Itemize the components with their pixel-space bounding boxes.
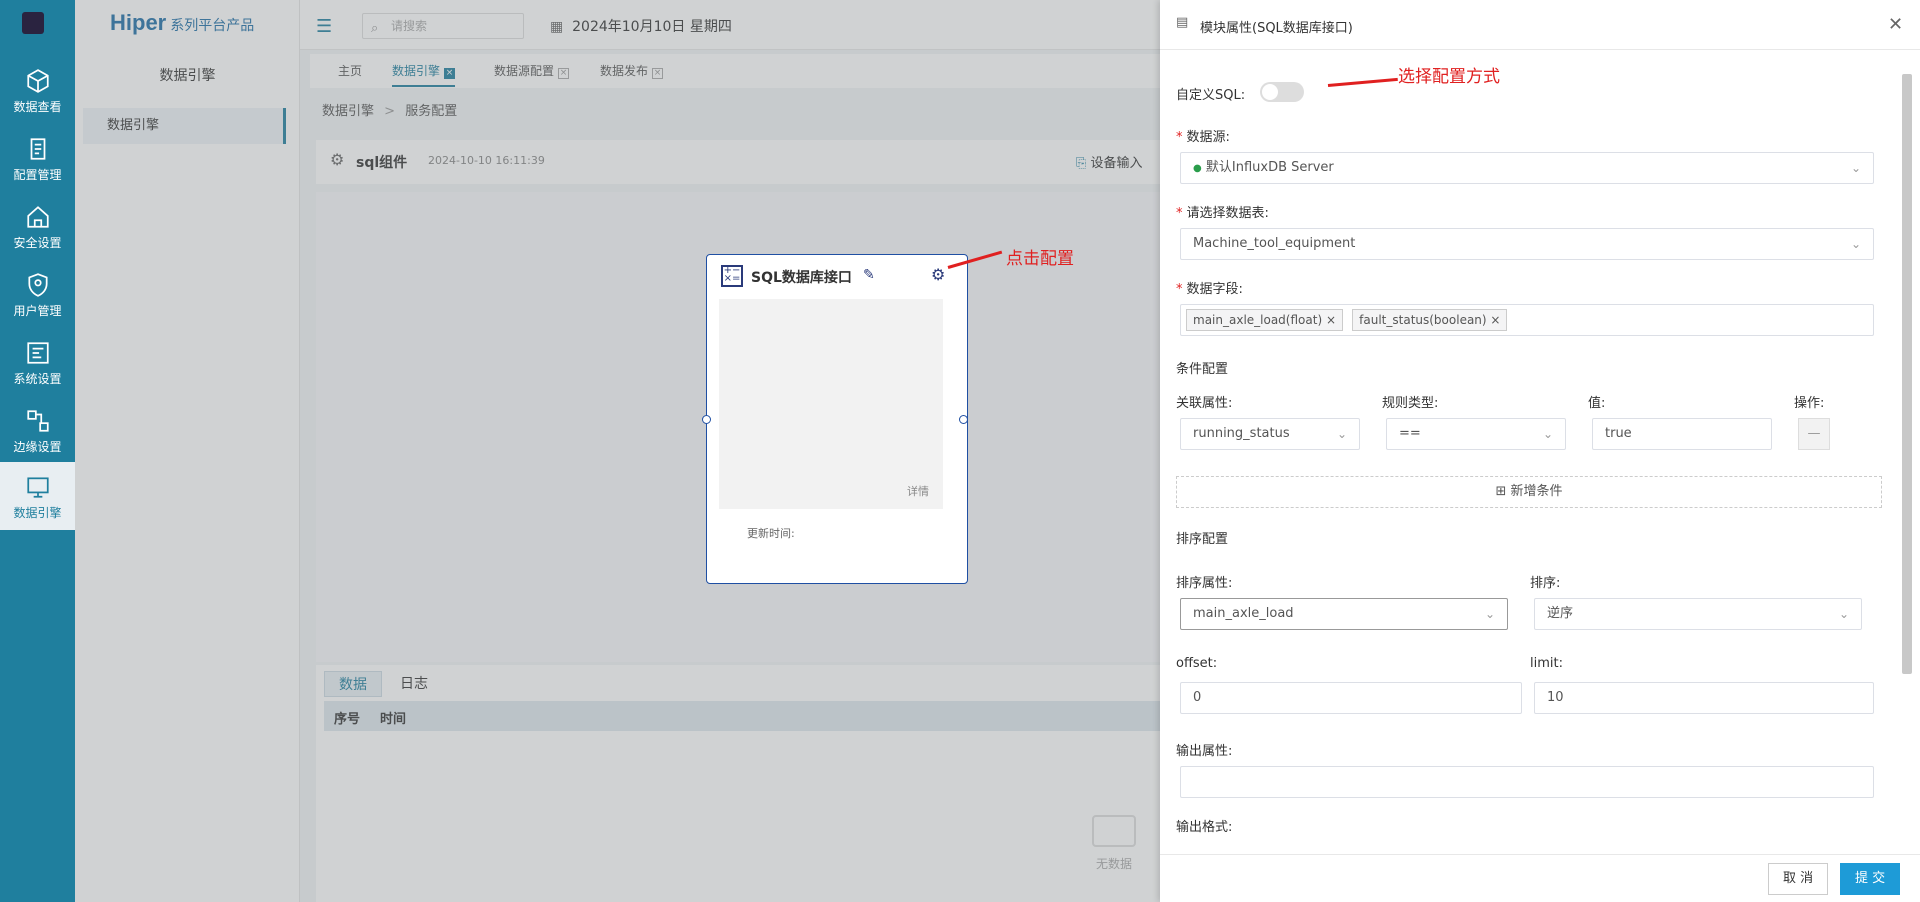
sort-attr-label: 排序属性: xyxy=(1176,576,1233,591)
app-logo xyxy=(22,12,44,34)
output-format-label: 输出格式: xyxy=(1176,820,1233,835)
cancel-button[interactable]: 取 消 xyxy=(1768,863,1829,895)
field-chip[interactable]: main_axle_load(float) × xyxy=(1186,309,1344,331)
gear-icon[interactable]: ⚙ xyxy=(931,265,945,284)
annotation-click-config: 点击配置 xyxy=(1006,249,1074,269)
rail-item-security[interactable]: 安全设置 xyxy=(0,192,75,260)
offset-input[interactable]: 0 xyxy=(1180,682,1522,714)
limit-label: limit: xyxy=(1530,656,1563,671)
rail-item-label: 用户管理 xyxy=(13,304,62,318)
cond-attr-label: 关联属性: xyxy=(1176,396,1233,411)
close-icon[interactable]: × xyxy=(1490,313,1500,327)
drawer-header: ▤ 模块属性(SQL数据库接口) ✕ xyxy=(1160,0,1920,50)
cond-rule-select[interactable]: == ⌄ xyxy=(1386,418,1566,450)
node-title: SQL数据库接口 xyxy=(751,270,852,286)
calculator-icon: +− ×= xyxy=(721,265,743,287)
sort-attr-select[interactable]: main_axle_load ⌄ xyxy=(1180,598,1508,630)
cond-value-label: 值: xyxy=(1588,396,1606,411)
document-icon: ▤ xyxy=(1176,15,1189,30)
node-detail-link[interactable]: 详情 xyxy=(907,483,929,499)
datasource-select[interactable]: ● 默认InfluxDB Server ⌄ xyxy=(1180,152,1874,184)
output-attr-input[interactable] xyxy=(1180,766,1874,798)
drawer-scrollbar[interactable] xyxy=(1900,60,1914,850)
cond-value-input[interactable]: true xyxy=(1592,418,1772,450)
rail-item-label: 配置管理 xyxy=(13,168,62,182)
rail-item-engine[interactable]: 数据引擎 xyxy=(0,462,75,530)
sort-order-label: 排序: xyxy=(1530,576,1561,591)
fields-label: * 数据字段: xyxy=(1176,282,1243,297)
output-attr-label: 输出属性: xyxy=(1176,744,1233,759)
toggle-knob xyxy=(1262,84,1278,100)
engine-icon xyxy=(26,477,49,498)
limit-input[interactable]: 10 xyxy=(1534,682,1874,714)
rail-item-label: 安全设置 xyxy=(13,236,62,250)
edit-icon[interactable]: ✎ xyxy=(863,267,875,283)
cube-icon xyxy=(26,69,49,93)
scrollbar-thumb[interactable] xyxy=(1902,74,1912,674)
chevron-down-icon: ⌄ xyxy=(1850,237,1861,251)
node-body xyxy=(719,299,943,509)
config-icon xyxy=(30,138,45,160)
sort-order-select[interactable]: 逆序 ⌄ xyxy=(1534,598,1862,630)
custom-sql-label: 自定义SQL: xyxy=(1176,88,1246,103)
condition-section-title: 条件配置 xyxy=(1176,362,1229,377)
add-condition-button[interactable]: ⊞ 新增条件 xyxy=(1176,476,1882,508)
rail-item-label: 数据引擎 xyxy=(13,506,62,520)
add-icon: ⊞ xyxy=(1495,484,1507,499)
chevron-down-icon: ⌄ xyxy=(1838,607,1849,621)
cond-attr-select[interactable]: running_status ⌄ xyxy=(1180,418,1360,450)
rail-item-label: 数据查看 xyxy=(13,100,62,114)
chevron-down-icon: ⌄ xyxy=(1542,427,1553,441)
cond-op-label: 操作: xyxy=(1794,396,1825,411)
custom-sql-toggle[interactable] xyxy=(1260,82,1304,102)
rail-item-label: 系统设置 xyxy=(13,372,62,386)
datasource-label: * 数据源: xyxy=(1176,130,1230,145)
close-icon[interactable]: ✕ xyxy=(1888,14,1903,35)
rail-item-system[interactable]: 系统设置 xyxy=(0,328,75,396)
system-icon xyxy=(26,342,49,364)
chevron-down-icon: ⌄ xyxy=(1336,427,1347,441)
sql-node[interactable]: +− ×= SQL数据库接口 ✎ ⚙ 详情 更新时间: xyxy=(702,254,968,584)
annotation-choose-mode: 选择配置方式 xyxy=(1398,67,1500,87)
field-chip[interactable]: fault_status(boolean) × xyxy=(1352,309,1508,331)
offset-label: offset: xyxy=(1176,656,1218,671)
rail-item-label: 边缘设置 xyxy=(13,440,62,454)
drawer-title: 模块属性(SQL数据库接口) xyxy=(1200,21,1353,36)
edge-icon xyxy=(26,410,49,432)
node-port-left[interactable] xyxy=(702,415,711,424)
modal-overlay[interactable] xyxy=(75,0,1160,902)
properties-drawer: ▤ 模块属性(SQL数据库接口) ✕ 自定义SQL: * 数据源: ● 默认Inf… xyxy=(1160,0,1920,902)
cond-rule-label: 规则类型: xyxy=(1382,396,1439,411)
close-icon[interactable]: × xyxy=(1326,313,1336,327)
left-rail: 数据查看 配置管理 安全设置 用户管理 系统设置 边缘设置 数据引擎 xyxy=(0,0,75,902)
node-update-time: 更新时间: xyxy=(747,527,795,540)
fields-multiselect[interactable]: main_axle_load(float) × fault_status(boo… xyxy=(1180,304,1874,336)
drawer-footer: 取 消 提 交 xyxy=(1160,854,1920,902)
node-port-right[interactable] xyxy=(959,415,968,424)
table-label: * 请选择数据表: xyxy=(1176,206,1269,221)
submit-button[interactable]: 提 交 xyxy=(1840,863,1901,895)
chevron-down-icon: ⌄ xyxy=(1484,607,1495,621)
rail-item-config[interactable]: 配置管理 xyxy=(0,124,75,192)
rail-item-data-view[interactable]: 数据查看 xyxy=(0,56,75,124)
sort-section-title: 排序配置 xyxy=(1176,532,1229,547)
chevron-down-icon: ⌄ xyxy=(1850,161,1861,175)
rail-item-users[interactable]: 用户管理 xyxy=(0,260,75,328)
shield-icon xyxy=(27,273,48,297)
table-select[interactable]: Machine_tool_equipment ⌄ xyxy=(1180,228,1874,260)
home-shield-icon xyxy=(26,206,49,228)
remove-condition-button[interactable]: — xyxy=(1798,418,1830,450)
rail-item-edge[interactable]: 边缘设置 xyxy=(0,396,75,464)
